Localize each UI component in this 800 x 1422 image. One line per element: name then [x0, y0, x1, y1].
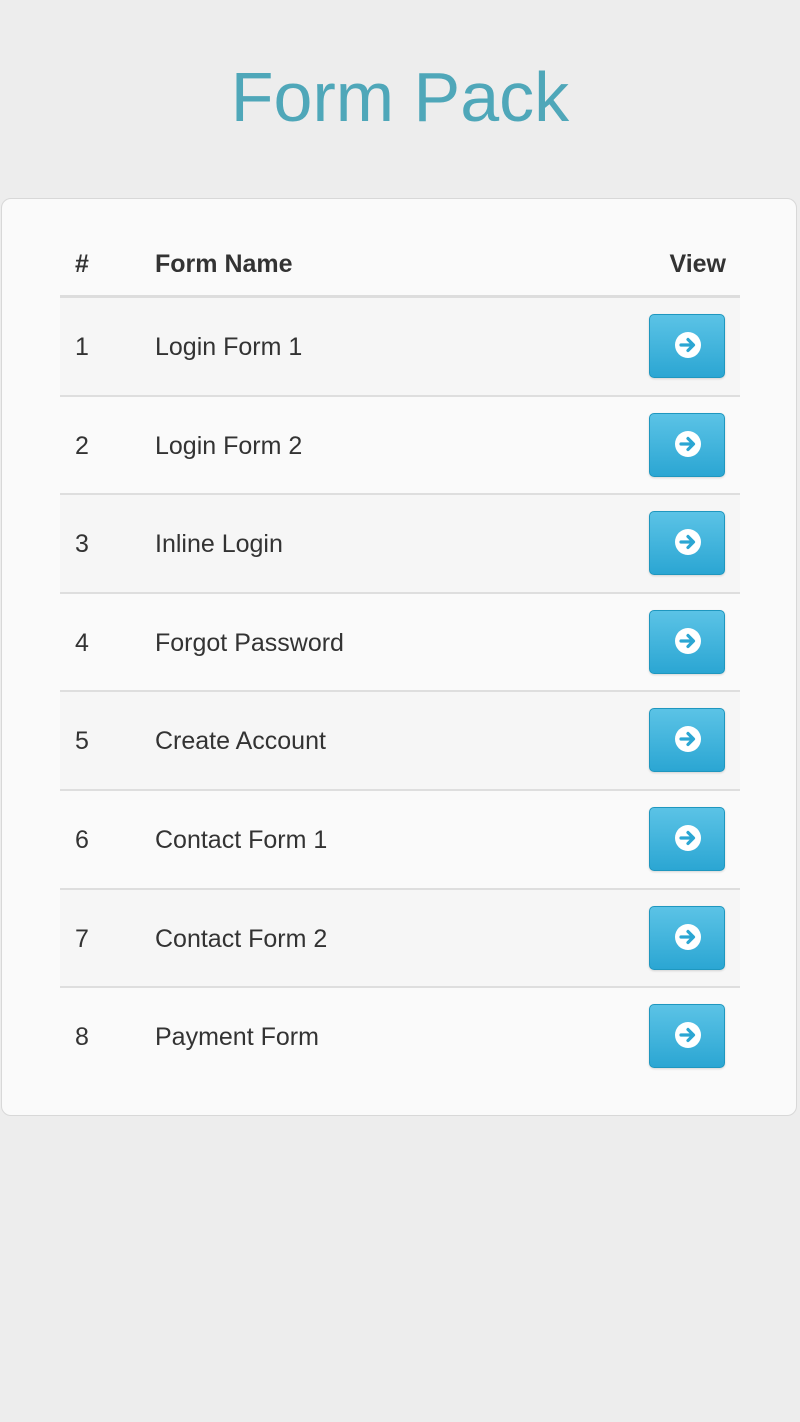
arrow-circle-right-icon: [675, 529, 701, 556]
view-button[interactable]: [649, 1004, 725, 1069]
arrow-circle-right-icon: [675, 923, 701, 950]
row-number: 2: [75, 431, 89, 460]
row-form-name: Login Form 2: [155, 431, 303, 460]
forms-table: # Form Name View 1 Login Form 1 2 Login …: [60, 231, 740, 1087]
row-form-name: Login Form 1: [155, 333, 303, 361]
table-row: 6 Contact Form 1: [60, 791, 740, 890]
arrow-circle-right-icon: [675, 332, 701, 358]
row-form-name: Forgot Password: [155, 628, 344, 657]
table-row: 2 Login Form 2: [60, 397, 740, 496]
row-form-name: Create Account: [155, 727, 326, 756]
row-form-name: Contact Form 2: [155, 924, 328, 953]
table-row: 1 Login Form 1: [60, 298, 740, 397]
arrow-circle-right-icon: [675, 627, 701, 654]
table-row: 7 Contact Form 2: [60, 889, 740, 989]
row-number: 7: [75, 924, 89, 953]
column-header-number: #: [75, 250, 89, 278]
view-button[interactable]: [649, 412, 725, 477]
arrow-circle-right-icon: [675, 430, 701, 457]
page-title: Form Pack: [230, 58, 570, 136]
view-button[interactable]: [649, 905, 725, 970]
column-header-view: View: [669, 250, 726, 278]
row-number: 1: [75, 333, 89, 361]
forms-card: # Form Name View 1 Login Form 1 2 Login …: [1, 198, 797, 1116]
view-button[interactable]: [649, 314, 725, 378]
table-row: 4 Forgot Password: [60, 594, 740, 693]
table-row: 8 Payment Form: [60, 988, 740, 1087]
row-number: 6: [75, 825, 89, 854]
table-row: 5 Create Account: [60, 692, 740, 791]
arrow-circle-right-icon: [675, 824, 701, 851]
row-number: 4: [75, 628, 89, 657]
row-form-name: Inline Login: [155, 530, 283, 559]
row-number: 3: [75, 530, 89, 559]
table-row: 3 Inline Login: [60, 495, 740, 594]
arrow-circle-right-icon: [675, 1022, 701, 1049]
view-button[interactable]: [649, 609, 725, 674]
view-button[interactable]: [649, 511, 725, 576]
table-body: 1 Login Form 1 2 Login Form 2 3 Inline L…: [60, 298, 740, 1087]
row-form-name: Payment Form: [155, 1023, 319, 1052]
row-number: 8: [75, 1023, 89, 1052]
row-form-name: Contact Form 1: [155, 825, 328, 854]
arrow-circle-right-icon: [675, 726, 701, 753]
view-button[interactable]: [649, 708, 725, 773]
row-number: 5: [75, 727, 89, 756]
table-header: # Form Name View: [60, 231, 740, 298]
column-header-form-name: Form Name: [155, 250, 293, 278]
view-button[interactable]: [649, 806, 725, 871]
